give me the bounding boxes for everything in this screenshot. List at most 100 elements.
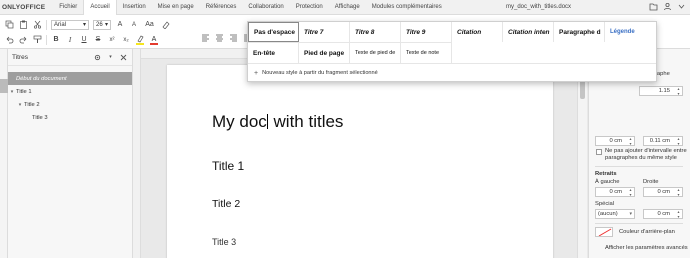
style-en-tete[interactable]: En-tête [248,43,299,63]
chevron-down-icon[interactable]: ▾ [8,89,16,95]
nav-item-title-1[interactable]: ▾ Title 1 [8,85,132,98]
advanced-settings-link[interactable]: Afficher les paramètres avancés [605,245,688,251]
toolbar-row-2: B I U S x² x₂ A [4,33,159,46]
superscript-button[interactable]: x² [107,35,117,45]
cut-icon[interactable] [32,20,42,30]
font-name-select[interactable]: Arial ▾ [51,19,89,30]
no-space-label-line-2: paragraphes du même style [605,155,677,161]
tab-mise-en-page[interactable]: Mise en page [152,0,200,15]
style-gallery-dropdown: Pas d'espace Titre 7 Titre 8 Titre 9 Cit… [247,21,657,82]
indents-label: Retraits [595,171,617,177]
heading-title-2[interactable]: Title 2 [212,198,240,210]
style-paragraphe-de-liste[interactable]: Paragraphe d [554,22,605,42]
font-color-letter: A [151,35,157,43]
special-indent-label: Spécial [595,201,615,207]
copy-style-icon[interactable] [32,35,42,45]
clear-format-icon[interactable] [160,20,170,30]
tab-references[interactable]: Références [200,0,243,15]
indent-left-input[interactable]: 0 cm [595,187,635,197]
strikethrough-button[interactable]: S [93,35,103,45]
vertical-scrollbar[interactable] [577,59,587,258]
toolbar-separator [46,19,47,30]
spacing-after-input[interactable]: 0.11 cm [643,136,683,146]
document-page[interactable]: My doc with titles Title 1 Title 2 Title… [167,65,553,258]
redo-icon[interactable] [18,35,28,45]
menu-bar: ONLYOFFICE Fichier Accueil Insertion Mis… [0,0,690,15]
indent-right-input[interactable]: 0 cm [643,187,683,197]
bold-button[interactable]: B [51,35,61,45]
chevron-down-icon[interactable]: ▾ [16,102,24,108]
underline-button[interactable]: U [79,35,89,45]
tab-modules-complementaires[interactable]: Modules complémentaires [366,0,448,15]
document-title[interactable]: My doc with titles [212,112,343,132]
vertical-ruler [133,49,141,258]
nav-item-title-2[interactable]: ▾ Title 2 [8,98,132,111]
nav-item-title-3[interactable]: Title 3 [8,111,132,124]
style-gallery-row-1: Pas d'espace Titre 7 Titre 8 Titre 9 Cit… [248,22,656,42]
special-indent-select[interactable]: (aucun) [595,209,635,219]
no-color-icon [598,228,612,236]
user-icon[interactable] [663,2,672,11]
heading-title-1[interactable]: Title 1 [212,159,244,173]
highlight-color-button[interactable] [135,35,145,45]
font-name-value: Arial [54,21,67,28]
style-titre-9[interactable]: Titre 9 [401,22,452,42]
no-space-same-style-label: Ne pas ajouter d'intervalle entre paragr… [605,148,689,162]
special-indent-input[interactable]: 0 cm [643,209,683,219]
style-texte-de-note[interactable]: Texte de note [401,43,452,63]
style-pas-d-espace[interactable]: Pas d'espace [248,22,299,42]
close-icon[interactable] [119,53,128,62]
undo-icon[interactable] [4,35,14,45]
tab-fichier[interactable]: Fichier [53,0,83,15]
style-gallery-row-2: En-tête Pied de page Texte de pied de Te… [248,42,452,63]
tab-insertion[interactable]: Insertion [117,0,152,15]
style-pied-de-page[interactable]: Pied de page [299,43,350,63]
folder-icon[interactable] [649,2,658,11]
toolbar-separator [46,34,47,45]
style-texte-de-pied-de-note[interactable]: Texte de pied de [350,43,401,63]
navigation-toggle-icon[interactable] [0,79,8,93]
change-case-icon[interactable]: Aa [143,20,156,30]
line-spacing-input[interactable]: 1.15 [639,86,683,96]
nav-item-document-start[interactable]: Début du document [8,72,132,85]
nav-item-label: Title 1 [16,88,32,95]
style-titre-7[interactable]: Titre 7 [299,22,350,42]
nav-item-label: Title 2 [24,101,40,108]
document-title-part-2: with titles [268,112,344,131]
nav-item-label: Début du document [16,75,67,82]
tab-affichage[interactable]: Affichage [329,0,366,15]
navigation-tools: ▾ [93,53,128,62]
align-left-icon[interactable] [200,33,210,43]
new-style-from-selection[interactable]: + Nouveau style à partir du fragment sél… [248,63,656,82]
style-citation-intense[interactable]: Citation inten [503,22,554,42]
left-toolbar-strip [0,49,8,258]
tab-protection[interactable]: Protection [290,0,329,15]
gear-icon[interactable] [93,53,102,62]
document-title-part-1: My doc [212,112,267,131]
plus-icon: + [254,69,259,77]
style-legende[interactable]: Légende [605,22,656,42]
tab-collaboration[interactable]: Collaboration [242,0,289,15]
paste-icon[interactable] [18,20,28,30]
navigation-panel: Titres ▾ Début du document ▾ Title 1 ▾ T… [8,49,133,258]
nav-item-label: Title 3 [32,114,48,121]
no-space-same-style-checkbox[interactable] [596,149,602,155]
align-right-icon[interactable] [228,33,238,43]
style-titre-8[interactable]: Titre 8 [350,22,401,42]
background-color-button[interactable] [595,227,613,237]
heading-title-3[interactable]: Title 3 [212,237,236,247]
chevron-down-icon[interactable]: ▾ [106,53,115,62]
align-center-icon[interactable] [214,33,224,43]
subscript-button[interactable]: x₂ [121,35,131,45]
decrease-font-icon[interactable]: A [129,20,139,30]
spacing-before-input[interactable]: 0 cm [595,136,635,146]
font-color-button[interactable]: A [149,35,159,45]
copy-icon[interactable] [4,20,14,30]
tab-accueil[interactable]: Accueil [83,0,117,15]
chevron-down-icon: ▾ [104,21,108,28]
chevron-down-icon[interactable] [677,2,686,11]
increase-font-icon[interactable]: A [115,20,125,30]
font-size-select[interactable]: 26 ▾ [93,19,111,30]
style-citation[interactable]: Citation [452,22,503,42]
italic-button[interactable]: I [65,35,75,45]
